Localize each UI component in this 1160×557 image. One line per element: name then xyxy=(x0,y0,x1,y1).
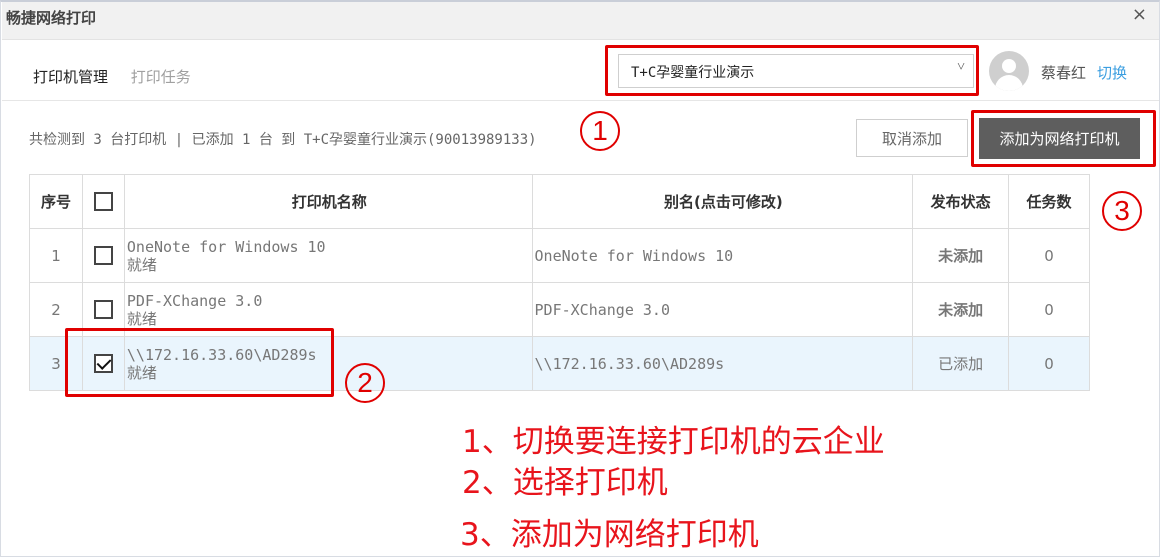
printer-status: 就绪 xyxy=(126,255,157,274)
instruction-step-1: 1、切换要连接打印机的云企业 xyxy=(462,424,885,460)
publish-state: 已添加 xyxy=(912,336,1010,391)
publish-state: 未添加 xyxy=(912,282,1010,337)
highlight-enterprise-select xyxy=(605,45,979,96)
alias-cell[interactable]: \\172.16.33.60\AD289s xyxy=(531,336,914,391)
alias-cell[interactable]: OneNote for Windows 10 xyxy=(531,228,914,283)
printer-status: 就绪 xyxy=(126,309,157,328)
tab-bar: 打印机管理 打印任务 xyxy=(33,66,209,87)
printer-alias: OneNote for Windows 10 xyxy=(534,246,734,265)
printer-alias: PDF-XChange 3.0 xyxy=(534,300,670,319)
header-divider xyxy=(2,100,1159,101)
switch-user-link[interactable]: 切换 xyxy=(1097,62,1127,83)
printer-alias: \\172.16.33.60\AD289s xyxy=(534,354,725,373)
alias-cell[interactable]: PDF-XChange 3.0 xyxy=(531,282,914,337)
header-alias: 别名(点击可修改) xyxy=(531,174,914,229)
highlight-selected-printer xyxy=(65,328,334,397)
step-marker-1: 1 xyxy=(580,111,620,151)
user-name: 蔡春红 xyxy=(1041,64,1087,82)
header-publish-state: 发布状态 xyxy=(912,174,1010,229)
highlight-add-button xyxy=(971,110,1156,167)
header-task-count: 任务数 xyxy=(1008,174,1090,229)
table-row[interactable]: 1 OneNote for Windows 10 就绪 OneNote for … xyxy=(29,228,1090,283)
task-count: 0 xyxy=(1008,336,1090,391)
print-window: 畅捷网络打印 × 打印机管理 打印任务 T+C孕婴童行业演示 ˅ 蔡春红 切换 … xyxy=(0,0,1160,557)
publish-state: 未添加 xyxy=(912,228,1010,283)
title-bar: 畅捷网络打印 × xyxy=(2,2,1159,40)
printer-name-cell: OneNote for Windows 10 就绪 xyxy=(123,228,533,283)
header-select-all xyxy=(81,174,125,229)
select-all-checkbox[interactable] xyxy=(93,192,113,211)
window-title: 畅捷网络打印 xyxy=(6,9,97,27)
detection-status: 共检测到 3 台打印机 | 已添加 1 台 到 T+C孕婴童行业演示(90013… xyxy=(29,132,537,148)
header-printer-name: 打印机名称 xyxy=(123,174,533,229)
close-icon[interactable]: × xyxy=(1132,4,1147,25)
cancel-add-button[interactable]: 取消添加 xyxy=(856,119,968,157)
table-header-row: 序号 打印机名称 别名(点击可修改) 发布状态 任务数 xyxy=(29,174,1090,229)
row-checkbox[interactable] xyxy=(93,300,113,319)
header-index: 序号 xyxy=(29,174,83,229)
row-checkbox-cell xyxy=(81,228,125,283)
step-marker-2: 2 xyxy=(345,363,385,403)
task-count: 0 xyxy=(1008,228,1090,283)
tab-print-jobs[interactable]: 打印任务 xyxy=(131,66,191,87)
instruction-step-2: 2、选择打印机 xyxy=(462,465,668,501)
user-avatar-icon xyxy=(989,51,1029,91)
printer-name: PDF-XChange 3.0 xyxy=(126,291,263,310)
task-count: 0 xyxy=(1008,282,1090,337)
step-marker-3: 3 xyxy=(1102,191,1142,231)
row-index: 1 xyxy=(29,228,83,283)
printer-name: OneNote for Windows 10 xyxy=(126,237,326,256)
tab-printer-management[interactable]: 打印机管理 xyxy=(33,66,108,87)
instruction-step-3: 3、添加为网络打印机 xyxy=(460,517,759,553)
row-checkbox[interactable] xyxy=(93,246,113,265)
